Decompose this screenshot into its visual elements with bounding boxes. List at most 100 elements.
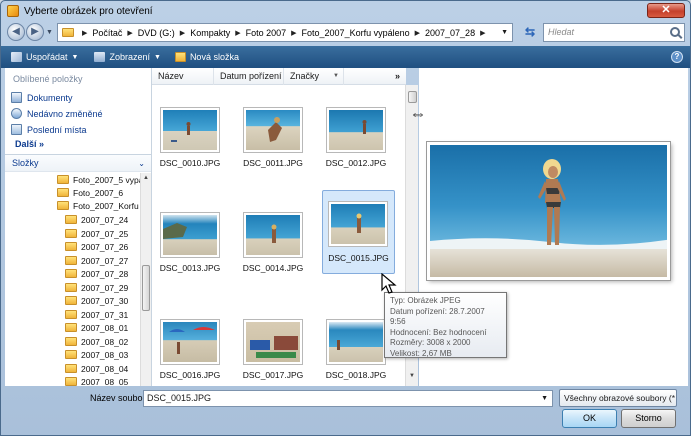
scroll-down-icon[interactable]: ▼ [407, 373, 417, 379]
chevron-down-icon: ▼ [71, 53, 79, 61]
file-item[interactable]: DSC_0013.JPG [154, 203, 226, 293]
tree-item[interactable]: 2007_08_02 [65, 335, 128, 348]
file-item[interactable]: DSC_0012.JPG [320, 98, 392, 188]
search-input[interactable]: Hledat [543, 23, 685, 42]
filetype-select[interactable]: Všechny obrazové soubory (* [559, 389, 677, 407]
file-item-selected[interactable]: DSC_0015.JPG [322, 190, 395, 274]
file-name: DSC_0013.JPG [159, 263, 221, 273]
favorite-documents[interactable]: Dokumenty [11, 92, 73, 103]
scroll-up-icon[interactable]: ▲ [141, 175, 151, 181]
tree-item-label: 2007_08_02 [81, 336, 129, 347]
tree-scroll-thumb[interactable] [142, 265, 150, 311]
tree-item[interactable]: 2007_07_24 [65, 213, 128, 226]
views-button[interactable]: Zobrazení ▼ [94, 52, 161, 62]
views-label: Zobrazení [109, 52, 150, 62]
help-icon[interactable]: ? [671, 51, 683, 63]
file-info-tooltip: Typ: Obrázek JPEG Datum pořízení: 28.7.2… [384, 292, 507, 358]
resize-arrows-icon[interactable]: ⇔ [405, 105, 431, 122]
tree-item[interactable]: 2007_08_03 [65, 348, 128, 361]
person-silhouette [356, 213, 362, 233]
favorite-recent-places[interactable]: Poslední místa [11, 124, 87, 135]
address-bar[interactable]: ▶ Počítač ▶ DVD (G:) ▶ Kompakty ▶ Foto 2… [57, 23, 513, 42]
tree-item[interactable]: 2007_07_30 [65, 294, 128, 307]
chevron-right-icon[interactable]: ▶ [415, 29, 420, 37]
file-name: DSC_0018.JPG [325, 370, 387, 380]
thumbnail [244, 213, 302, 257]
tree-item-label: 2007_07_24 [81, 214, 129, 225]
breadcrumb-computer[interactable]: Počítač [92, 28, 122, 38]
chevron-right-icon[interactable]: ▶ [291, 29, 296, 37]
tree-item-label: 2007_07_26 [81, 241, 129, 252]
chevron-right-icon[interactable]: ▶ [127, 29, 132, 37]
close-button[interactable]: ✕ [647, 3, 685, 18]
new-folder-button[interactable]: Nová složka [174, 52, 239, 62]
file-name: DSC_0017.JPG [242, 370, 304, 380]
breadcrumb-korfu[interactable]: Foto_2007_Korfu vypáleno [302, 28, 410, 38]
folder-icon [65, 256, 77, 265]
file-item[interactable]: DSC_0014.JPG [237, 203, 309, 293]
tree-item[interactable]: Foto_2007_6 [57, 186, 123, 199]
file-item[interactable]: DSC_0011.JPG [237, 98, 309, 188]
search-icon[interactable] [670, 27, 680, 37]
breadcrumb-dvd[interactable]: DVD (G:) [138, 28, 175, 38]
favorite-recently-changed[interactable]: Nedávno změněné [11, 108, 103, 119]
recent-changes-icon [11, 108, 22, 119]
tree-item[interactable]: 2007_08_05 [65, 375, 128, 386]
breadcrumb-foto-2007[interactable]: Foto 2007 [246, 28, 287, 38]
tree-item-label: Foto_2007_5 vypálen [73, 174, 140, 185]
folder-icon [65, 296, 77, 305]
tree-item[interactable]: 2007_07_27 [65, 254, 128, 267]
new-folder-label: Nová složka [189, 52, 239, 62]
folders-header[interactable]: Složky ⌄ [5, 154, 151, 172]
tree-item[interactable]: 2007_07_31 [65, 308, 128, 321]
mouse-cursor-icon [381, 273, 397, 294]
tree-item[interactable]: 2007_08_04 [65, 362, 128, 375]
address-dropdown-icon[interactable]: ▼ [501, 29, 508, 36]
folder-icon [65, 283, 77, 292]
more-favorites-link[interactable]: Další » [15, 139, 44, 149]
new-folder-icon [174, 52, 186, 62]
back-button[interactable]: ◀ [7, 23, 25, 41]
tooltip-date: Datum pořízení: 28.7.2007 9:56 [390, 306, 485, 327]
tree-item-label: 2007_08_05 [81, 376, 129, 387]
history-dropdown-icon[interactable]: ▼ [46, 29, 53, 36]
more-columns-button[interactable]: » [395, 68, 400, 84]
file-list-scroll-thumb[interactable] [408, 91, 417, 103]
tree-item[interactable]: 2007_07_25 [65, 227, 128, 240]
tree-item[interactable]: Foto_2007_5 vypálen [57, 173, 140, 186]
tree-scrollbar[interactable]: ▲ [140, 173, 151, 386]
recent-places-icon [11, 124, 22, 135]
chevron-right-icon[interactable]: ▶ [180, 29, 185, 37]
refresh-button[interactable]: ⇆ [521, 25, 539, 41]
tree-item[interactable]: 2007_07_26 [65, 240, 128, 253]
tree-item-label: 2007_07_28 [81, 268, 129, 279]
breadcrumb-current[interactable]: 2007_07_28 [425, 28, 475, 38]
chevron-right-icon[interactable]: ▶ [480, 29, 485, 37]
filename-input[interactable]: DSC_0015.JPG ▼ [143, 390, 553, 407]
app-icon [7, 5, 19, 17]
folder-icon [65, 377, 77, 386]
column-date[interactable]: Datum pořízení [214, 68, 284, 85]
file-name: DSC_0016.JPG [159, 370, 221, 380]
tooltip-type: Typ: Obrázek JPEG [390, 296, 461, 305]
ok-button[interactable]: OK [562, 409, 617, 428]
tree-item-label: 2007_07_29 [81, 282, 129, 293]
forward-button[interactable]: ▶ [26, 23, 44, 41]
chevron-right-icon[interactable]: ▶ [82, 29, 87, 37]
column-name[interactable]: Název [152, 68, 214, 85]
tree-item-label: 2007_08_01 [81, 322, 129, 333]
title-bar[interactable]: Vyberte obrázek pro otevření ✕ [1, 1, 690, 21]
chevron-right-icon[interactable]: ▶ [235, 29, 240, 37]
column-tags[interactable]: Značky ▼ [284, 68, 344, 85]
people-silhouette [250, 336, 298, 358]
chevron-down-icon[interactable]: ▼ [541, 391, 548, 406]
cancel-button[interactable]: Storno [621, 409, 676, 428]
breadcrumb-kompakty[interactable]: Kompakty [190, 28, 230, 38]
file-name: DSC_0015.JPG [328, 253, 389, 263]
organize-button[interactable]: Uspořádat ▼ [11, 52, 78, 62]
tree-item[interactable]: 2007_08_01 [65, 321, 128, 334]
file-item[interactable]: DSC_0010.JPG [154, 98, 226, 188]
tree-item[interactable]: Foto_2007_Korfu vyp [57, 199, 140, 212]
tree-item[interactable]: 2007_07_29 [65, 281, 128, 294]
tree-item-selected[interactable]: 2007_07_28 [65, 267, 128, 280]
